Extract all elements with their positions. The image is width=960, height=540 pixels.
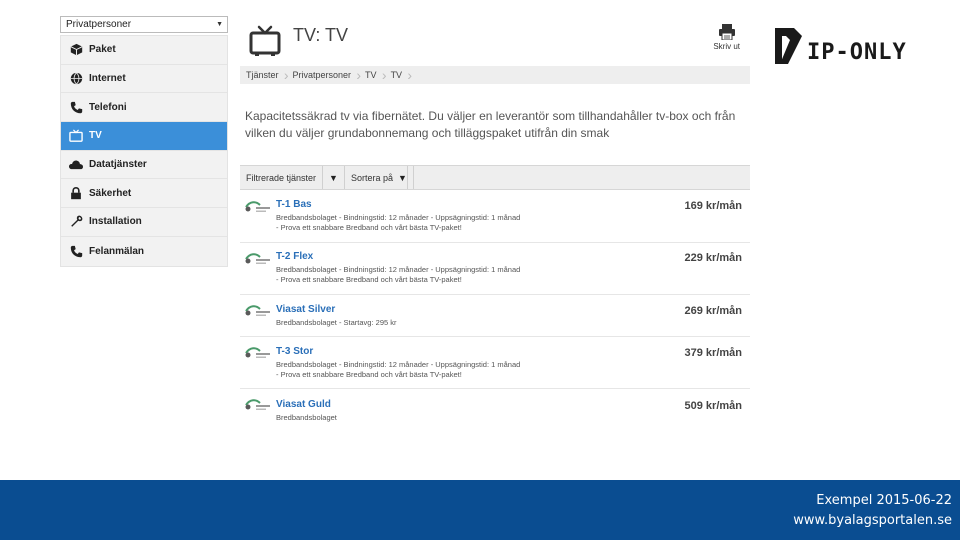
- breadcrumb-item[interactable]: Tjänster: [244, 67, 291, 83]
- breadcrumb-item[interactable]: TV: [389, 67, 415, 83]
- footer-text: Exempel 2015-06-22 www.byalagsportalen.s…: [793, 491, 952, 531]
- service-name[interactable]: T-3 Stor: [276, 346, 313, 357]
- service-price: 379 kr/mån: [684, 347, 742, 359]
- service-desc: Bredbandsbolaget - Bindningstid: 12 måna…: [276, 265, 521, 274]
- footer-date: Exempel 2015-06-22: [816, 493, 952, 508]
- main-content: TV: TV Skriv ut Tjänster Privatpersoner …: [240, 18, 750, 433]
- service-row[interactable]: T-2 Flex Bredbandsbolaget - Bindningstid…: [240, 243, 750, 295]
- breadcrumb: Tjänster Privatpersoner TV TV: [240, 66, 750, 84]
- sidebar-item-label: Internet: [89, 73, 126, 85]
- service-price: 509 kr/mån: [684, 400, 742, 412]
- provider-logo: [244, 199, 272, 215]
- page-header: TV: TV Skriv ut: [240, 18, 750, 66]
- lock-icon: [69, 186, 83, 200]
- provider-logo: [244, 397, 272, 413]
- brand-logo: IP-ONLY: [772, 26, 938, 73]
- service-desc: Bredbandsbolaget: [276, 413, 337, 422]
- provider-logo: [244, 345, 272, 361]
- service-row[interactable]: T-3 Stor Bredbandsbolaget - Bindningstid…: [240, 337, 750, 389]
- page-title: TV: TV: [293, 25, 349, 45]
- service-name[interactable]: T-2 Flex: [276, 251, 313, 262]
- box-icon: [69, 43, 83, 57]
- globe-icon: [69, 72, 83, 86]
- service-price: 229 kr/mån: [684, 252, 742, 264]
- chevron-down-icon: ▼: [216, 21, 223, 28]
- provider-logo: [244, 303, 272, 319]
- service-name[interactable]: Viasat Silver: [276, 304, 335, 315]
- sidebar: Privatpersoner ▼ Paket Internet Telefoni…: [60, 16, 228, 267]
- service-row[interactable]: Viasat Guld Bredbandsbolaget 509 kr/mån: [240, 389, 750, 433]
- filter-label-cell: Filtrerade tjänster: [240, 166, 324, 189]
- print-button[interactable]: Skriv ut: [713, 24, 740, 51]
- phone-icon: [69, 244, 83, 258]
- svg-text:IP-ONLY: IP-ONLY: [807, 40, 907, 65]
- service-name[interactable]: Viasat Guld: [276, 399, 331, 410]
- customer-type-value: Privatpersoner: [66, 19, 132, 30]
- print-label: Skriv ut: [713, 42, 740, 51]
- service-row[interactable]: T-1 Bas Bredbandsbolaget - Bindningstid:…: [240, 191, 750, 243]
- caret-down-icon: ▼: [397, 172, 407, 183]
- service-note: - Prova ett snabbare Bredband och vårt b…: [276, 370, 462, 379]
- sort-dropdown[interactable]: ▼: [392, 166, 414, 189]
- tv-icon: [248, 24, 282, 63]
- caret-down-icon: ▼: [329, 172, 338, 183]
- customer-type-select[interactable]: Privatpersoner ▼: [60, 16, 228, 33]
- service-list: T-1 Bas Bredbandsbolaget - Bindningstid:…: [240, 191, 750, 433]
- footer-url[interactable]: www.byalagsportalen.se: [793, 511, 952, 531]
- sidebar-item-label: TV: [89, 130, 102, 142]
- sidebar-item-label: Felanmälan: [89, 245, 145, 257]
- sidebar-item-label: Installation: [89, 216, 142, 228]
- sidebar-item-sakerhet[interactable]: Säkerhet: [61, 179, 227, 209]
- sidebar-item-tv[interactable]: TV: [61, 122, 227, 151]
- service-desc: Bredbandsbolaget - Bindningstid: 12 måna…: [276, 213, 521, 222]
- intro-text: Kapacitetssäkrad tv via fibernätet. Du v…: [245, 109, 736, 140]
- service-note: - Prova ett snabbare Bredband och vårt b…: [276, 275, 462, 284]
- cloud-icon: [69, 158, 83, 172]
- sidebar-item-internet[interactable]: Internet: [61, 65, 227, 94]
- breadcrumb-item[interactable]: Privatpersoner: [291, 67, 364, 83]
- service-price: 169 kr/mån: [684, 200, 742, 212]
- sort-label: Sortera på: [350, 172, 393, 183]
- service-desc: Bredbandsbolaget - Startavg: 295 kr: [276, 318, 397, 327]
- service-row[interactable]: Viasat Silver Bredbandsbolaget - Startav…: [240, 295, 750, 337]
- phone-icon: [69, 100, 83, 114]
- printer-icon: [713, 24, 740, 42]
- filter-label: Filtrerade tjänster: [246, 172, 317, 183]
- filter-bar: Filtrerade tjänster ▼ Sortera på ▼: [240, 165, 750, 190]
- footer-bar: Exempel 2015-06-22 www.byalagsportalen.s…: [0, 480, 960, 540]
- sidebar-item-telefoni[interactable]: Telefoni: [61, 93, 227, 123]
- sidebar-item-label: Paket: [89, 44, 116, 56]
- sidebar-item-datatjanster[interactable]: Datatjänster: [61, 151, 227, 180]
- sidebar-item-label: Telefoni: [89, 101, 127, 113]
- service-price: 269 kr/mån: [684, 305, 742, 317]
- service-note: - Prova ett snabbare Bredband och vårt b…: [276, 223, 462, 232]
- sidebar-item-label: Säkerhet: [89, 187, 132, 199]
- sidebar-item-installation[interactable]: Installation: [61, 208, 227, 237]
- tv-icon: [69, 129, 83, 143]
- sidebar-item-felanmalan[interactable]: Felanmälan: [61, 237, 227, 266]
- provider-logo: [244, 251, 272, 267]
- wrench-icon: [69, 215, 83, 229]
- filter-dropdown[interactable]: ▼: [323, 166, 345, 189]
- breadcrumb-item[interactable]: TV: [363, 67, 389, 83]
- service-name[interactable]: T-1 Bas: [276, 199, 312, 210]
- sidebar-menu: Paket Internet Telefoni TV Datatjänster …: [60, 35, 228, 267]
- sidebar-item-label: Datatjänster: [89, 159, 147, 171]
- service-desc: Bredbandsbolaget - Bindningstid: 12 måna…: [276, 360, 521, 369]
- sidebar-item-paket[interactable]: Paket: [61, 36, 227, 65]
